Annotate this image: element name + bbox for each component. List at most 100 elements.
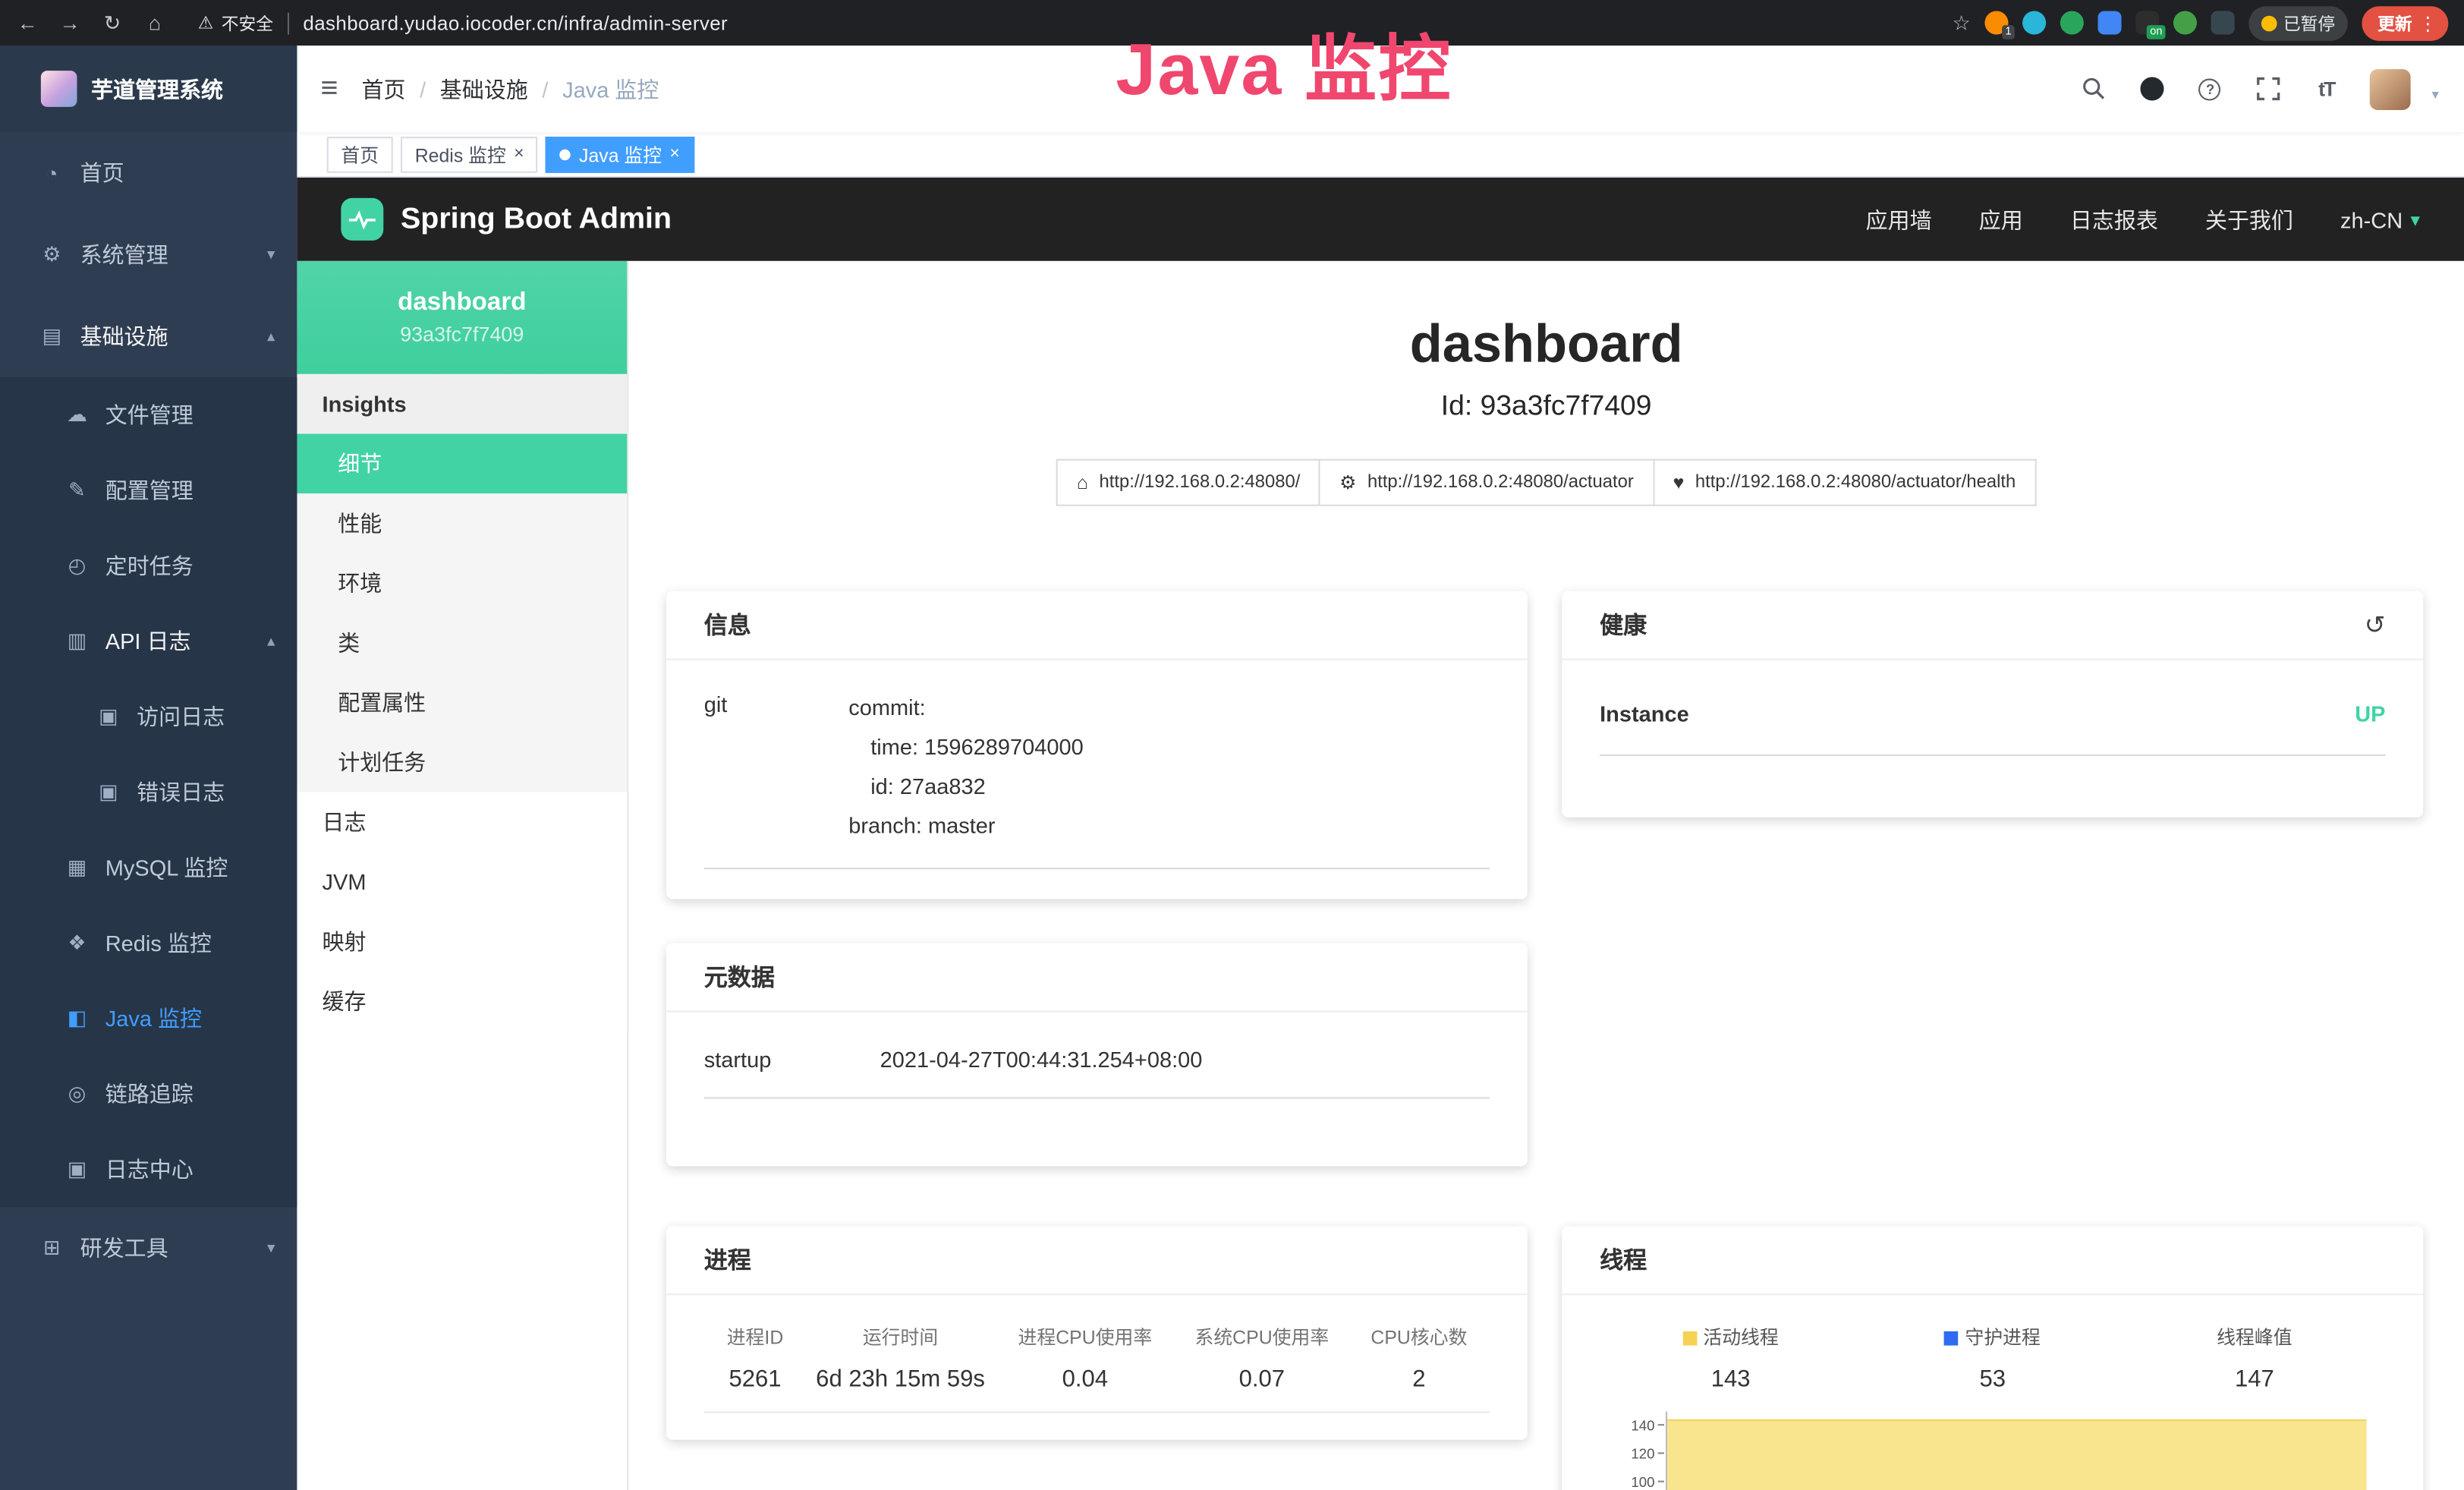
tab-redis-monitor[interactable]: Redis 监控 × bbox=[401, 136, 538, 172]
close-icon[interactable]: × bbox=[514, 146, 524, 163]
sba-item-environment[interactable]: 环境 bbox=[297, 553, 627, 613]
home-icon: ⌂ bbox=[1077, 471, 1088, 493]
service-url-link[interactable]: ⌂ http://192.168.0.2:48080/ bbox=[1056, 459, 1320, 506]
tab-java-monitor[interactable]: Java 监控 × bbox=[546, 136, 694, 172]
health-url-link[interactable]: ♥ http://192.168.0.2:48080/actuator/heal… bbox=[1654, 459, 2036, 506]
actuator-url-link[interactable]: ⚙ http://192.168.0.2:48080/actuator bbox=[1320, 459, 1654, 506]
home-icon[interactable]: ⌂ bbox=[143, 10, 166, 35]
help-icon[interactable]: ? bbox=[2196, 74, 2224, 102]
fullscreen-icon[interactable] bbox=[2254, 74, 2282, 102]
bookmark-star-icon[interactable]: ☆ bbox=[1953, 10, 1971, 35]
threads-chart: 140 120 100 bbox=[1600, 1412, 2385, 1490]
threads-value: 147 bbox=[2123, 1353, 2385, 1399]
extension-icon[interactable]: on bbox=[2135, 11, 2159, 34]
sba-item-mappings[interactable]: 映射 bbox=[297, 912, 627, 972]
health-instance-label: Instance bbox=[1600, 701, 1689, 726]
extension-icon[interactable] bbox=[2098, 11, 2122, 34]
browser-menu-icon[interactable]: ⋮ bbox=[2418, 12, 2437, 34]
threads-card-title: 线程 bbox=[1562, 1226, 2423, 1295]
health-card: 健康 ↺ Instance UP bbox=[1562, 591, 2423, 817]
tab-label: Java 监控 bbox=[579, 140, 662, 167]
process-col-header: CPU核心数 bbox=[1348, 1311, 1490, 1353]
sidebar-label: 日志中心 bbox=[105, 1154, 275, 1185]
breadcrumb-current: Java 监控 bbox=[562, 73, 659, 104]
sidebar-item-files[interactable]: ☁ 文件管理 bbox=[0, 377, 297, 452]
info-card: 信息 git commit: time: 1596289704000 id: 2… bbox=[666, 591, 1528, 899]
threads-value: 53 bbox=[1861, 1353, 2123, 1399]
instance-header[interactable]: dashboard 93a3fc7f7409 bbox=[297, 261, 627, 374]
sba-item-jvm[interactable]: JVM bbox=[297, 852, 627, 912]
extension-icon[interactable] bbox=[2022, 11, 2046, 34]
smiley-icon bbox=[2261, 15, 2277, 31]
tab-label: Redis 监控 bbox=[415, 140, 506, 167]
site-security[interactable]: ⚠ 不安全 bbox=[198, 10, 273, 35]
github-icon[interactable] bbox=[2138, 74, 2166, 102]
sba-logo-icon bbox=[341, 198, 383, 241]
forward-icon[interactable]: → bbox=[58, 10, 82, 35]
sba-nav-applications[interactable]: 应用 bbox=[1979, 203, 2023, 235]
history-icon[interactable]: ↺ bbox=[2365, 609, 2386, 640]
back-icon[interactable]: ← bbox=[16, 10, 39, 35]
user-avatar[interactable] bbox=[2371, 68, 2412, 109]
app-logo-row[interactable]: 芋道管理系统 bbox=[0, 46, 297, 132]
paused-badge[interactable]: 已暂停 bbox=[2248, 5, 2347, 40]
sidebar-item-tracing[interactable]: ◎ 链路追踪 bbox=[0, 1057, 297, 1132]
sidebar-item-home[interactable]: ◔ 首页 bbox=[0, 132, 297, 214]
reload-icon[interactable]: ↻ bbox=[101, 10, 124, 35]
sba-item-configprops[interactable]: 配置属性 bbox=[297, 673, 627, 732]
sidebar-item-api-log[interactable]: ▥ API 日志 ▴ bbox=[0, 603, 297, 679]
wrench-icon: ⚙ bbox=[1339, 471, 1356, 493]
sba-nav-about[interactable]: 关于我们 bbox=[2205, 203, 2293, 235]
chevron-up-icon: ▴ bbox=[267, 328, 275, 345]
threads-legend-row: 活动线程 守护进程 线程峰值 bbox=[1600, 1311, 2385, 1353]
process-col-header: 运行时间 bbox=[806, 1311, 994, 1353]
extension-icon[interactable] bbox=[2211, 11, 2235, 34]
git-time-line: time: 1596289704000 bbox=[848, 728, 1490, 767]
extension-icon[interactable] bbox=[2060, 11, 2084, 34]
sidebar-item-mysql-monitor[interactable]: ▦ MySQL 监控 bbox=[0, 830, 297, 905]
clock-icon: ◴ bbox=[63, 553, 91, 578]
sba-nav-journal[interactable]: 日志报表 bbox=[2070, 203, 2158, 235]
sidebar-item-system[interactable]: ⚙ 系统管理 ▾ bbox=[0, 214, 297, 296]
sidebar-item-infra[interactable]: ▤ 基础设施 ▴ bbox=[0, 295, 297, 377]
active-dot bbox=[560, 149, 571, 159]
search-icon[interactable] bbox=[2080, 74, 2108, 102]
metadata-term: startup bbox=[704, 1047, 880, 1072]
extension-badge: 1 bbox=[2002, 25, 2014, 39]
sba-nav-wallboard[interactable]: 应用墙 bbox=[1866, 203, 1932, 235]
sba-item-metrics[interactable]: 性能 bbox=[297, 493, 627, 553]
status-badge: UP bbox=[2355, 701, 2385, 726]
breadcrumb-home[interactable]: 首页 bbox=[361, 73, 405, 104]
address-bar[interactable]: dashboard.yudao.iocoder.cn/infra/admin-s… bbox=[303, 12, 728, 34]
sba-item-details[interactable]: 细节 bbox=[297, 434, 627, 494]
sba-item-classes[interactable]: 类 bbox=[297, 613, 627, 673]
sidebar-label: 链路追踪 bbox=[105, 1079, 275, 1110]
git-term: git bbox=[704, 688, 849, 846]
breadcrumb-infra[interactable]: 基础设施 bbox=[440, 73, 528, 104]
sidebar-item-log-center[interactable]: ▣ 日志中心 bbox=[0, 1132, 297, 1207]
tab-home[interactable]: 首页 bbox=[327, 136, 393, 172]
hamburger-icon[interactable]: ≡ bbox=[297, 71, 361, 106]
sidebar-item-access-log[interactable]: ▣ 访问日志 bbox=[0, 679, 297, 754]
close-icon[interactable]: × bbox=[669, 146, 679, 163]
sba-item-scheduled-tasks[interactable]: 计划任务 bbox=[297, 732, 627, 792]
sidebar-item-devtools[interactable]: ⊞ 研发工具 ▾ bbox=[0, 1207, 297, 1289]
sba-nav: 应用墙 应用 日志报表 关于我们 zh-CN ▾ bbox=[1866, 203, 2420, 235]
sidebar-item-error-log[interactable]: ▣ 错误日志 bbox=[0, 754, 297, 830]
sidebar-item-redis-monitor[interactable]: ❖ Redis 监控 bbox=[0, 906, 297, 981]
sidebar-label: 首页 bbox=[80, 157, 275, 188]
extension-icon[interactable] bbox=[2173, 11, 2197, 34]
sidebar-label: Redis 监控 bbox=[105, 928, 275, 959]
sidebar-item-cron[interactable]: ◴ 定时任务 bbox=[0, 528, 297, 603]
locale-selector[interactable]: zh-CN ▾ bbox=[2340, 206, 2420, 232]
metadata-value: 2021-04-27T00:44:31.254+08:00 bbox=[880, 1047, 1490, 1072]
sba-item-caches[interactable]: 缓存 bbox=[297, 972, 627, 1032]
live-threads-area bbox=[1667, 1419, 2367, 1490]
avatar-caret-icon[interactable]: ▾ bbox=[2431, 86, 2438, 109]
sidebar-item-java-monitor[interactable]: ◧ Java 监控 bbox=[0, 981, 297, 1056]
chrome-update-button[interactable]: 更新 ⋮ bbox=[2362, 5, 2448, 40]
extension-icon[interactable]: 1 bbox=[1984, 11, 2008, 34]
sidebar-item-config[interactable]: ✎ 配置管理 bbox=[0, 452, 297, 528]
font-size-icon[interactable]: tT bbox=[2312, 74, 2340, 102]
sba-item-logs[interactable]: 日志 bbox=[297, 792, 627, 852]
